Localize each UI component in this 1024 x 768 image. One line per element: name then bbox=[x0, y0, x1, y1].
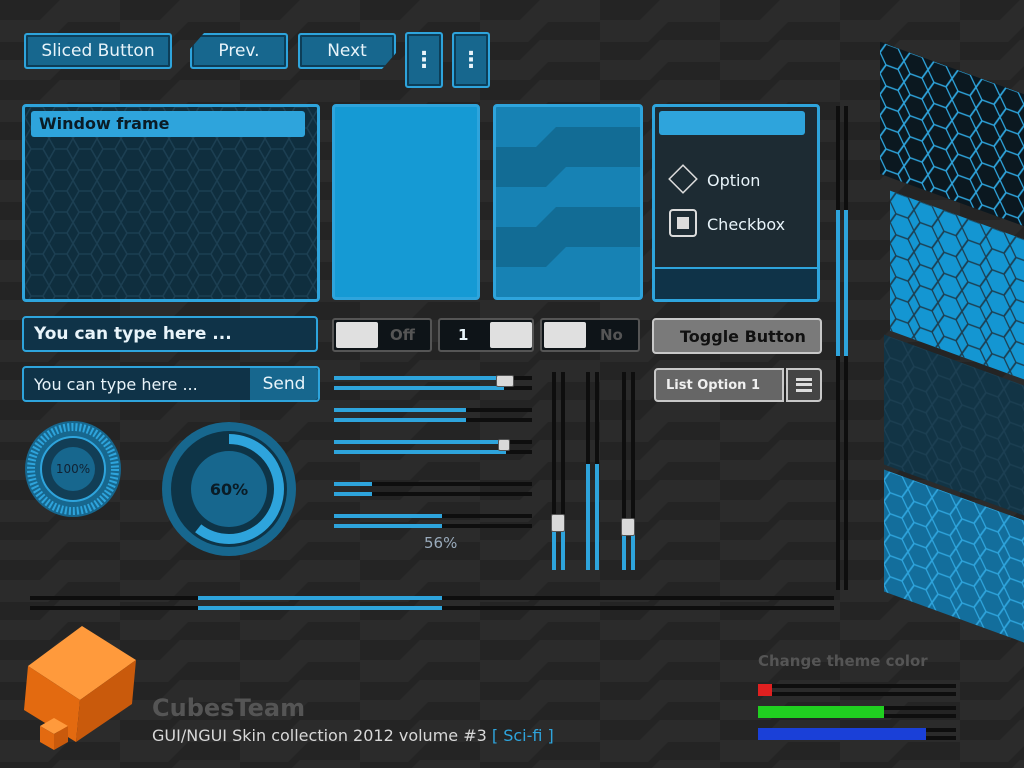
theme-red-fill bbox=[758, 684, 772, 696]
list-menu-icon[interactable] bbox=[786, 368, 822, 402]
checkbox-icon[interactable] bbox=[669, 209, 697, 237]
horizontal-scrollbar-thumb-2 bbox=[198, 606, 442, 610]
toggle-switch-off[interactable]: Off bbox=[332, 318, 432, 352]
toggle-switch-no[interactable]: No bbox=[540, 318, 640, 352]
number-thumb-icon bbox=[490, 322, 532, 348]
checkbox-label: Checkbox bbox=[707, 215, 786, 234]
theme-green-fill bbox=[758, 706, 884, 718]
progress-ring-large-label: 60% bbox=[209, 479, 249, 499]
slider-fill-5b bbox=[334, 524, 442, 528]
collection-caption: GUI/NGUI Skin collection 2012 volume #3 … bbox=[152, 726, 554, 745]
chat-input-text: You can type here ... bbox=[34, 374, 198, 394]
vslider-fill-2b bbox=[595, 464, 599, 570]
theme-color-title: Change theme color bbox=[758, 652, 928, 670]
slider-fill-3b bbox=[334, 450, 506, 454]
vslider-fill-1 bbox=[552, 526, 556, 570]
slider-knob-1[interactable] bbox=[496, 375, 514, 387]
sliced-button[interactable]: Sliced Button bbox=[24, 33, 172, 69]
window-frame: Window frame bbox=[22, 104, 320, 302]
slider-knob-3[interactable] bbox=[498, 439, 510, 451]
patterned-panel bbox=[493, 104, 643, 300]
number-toggle[interactable]: 1 bbox=[438, 318, 534, 352]
next-button[interactable]: Next bbox=[298, 33, 396, 69]
panel-pattern bbox=[496, 127, 640, 267]
vslider-fill-2 bbox=[586, 464, 590, 570]
slider-fill-5 bbox=[334, 514, 442, 518]
bold-text-input[interactable]: You can type here ... bbox=[22, 316, 318, 352]
send-button[interactable]: Send bbox=[250, 368, 318, 400]
vslider-knob-3[interactable] bbox=[621, 518, 635, 536]
theme-red-track[interactable] bbox=[758, 684, 956, 688]
collection-title: GUI/NGUI Skin collection 2012 volume #3 bbox=[152, 726, 487, 745]
vslider-fill-1b bbox=[561, 526, 565, 570]
theme-tag: [ Sci-fi ] bbox=[491, 726, 554, 745]
toggle-no-label: No bbox=[600, 326, 623, 344]
slider-fill-4 bbox=[334, 482, 372, 486]
window-title[interactable]: Window frame bbox=[31, 111, 305, 137]
theme-red-track-b bbox=[758, 692, 956, 696]
list-dropdown[interactable]: List Option 1 bbox=[654, 368, 784, 402]
bright-panel bbox=[332, 104, 480, 300]
vslider-knob-1[interactable] bbox=[551, 514, 565, 532]
prev-button[interactable]: Prev. bbox=[190, 33, 288, 69]
cubesteam-logo bbox=[24, 626, 136, 750]
more-button-1[interactable]: ⋮ bbox=[405, 32, 443, 88]
horizontal-scrollbar-thumb[interactable] bbox=[198, 596, 442, 600]
more-button-2[interactable]: ⋮ bbox=[452, 32, 490, 88]
slider-fill-1b bbox=[334, 386, 504, 390]
radio-option-icon[interactable] bbox=[668, 164, 698, 194]
number-toggle-label: 1 bbox=[458, 326, 469, 344]
toggle-no-thumb-icon bbox=[544, 322, 586, 348]
slider-fill-2b bbox=[334, 418, 466, 422]
theme-blue-fill bbox=[758, 728, 926, 740]
toggle-off-label: Off bbox=[390, 326, 415, 344]
slider-fill-4b bbox=[334, 492, 372, 496]
options-footer bbox=[655, 267, 817, 299]
options-panel: Option Checkbox bbox=[652, 104, 820, 302]
toggle-button[interactable]: Toggle Button bbox=[652, 318, 822, 354]
toggle-thumb-icon bbox=[336, 322, 378, 348]
slider-value-label: 56% bbox=[424, 534, 458, 552]
vertical-thumb-right[interactable] bbox=[836, 210, 840, 356]
team-name: CubesTeam bbox=[152, 694, 306, 722]
options-header bbox=[659, 111, 805, 135]
slider-fill-2 bbox=[334, 408, 466, 412]
progress-ring-small-label: 100% bbox=[55, 462, 91, 476]
slider-fill-3 bbox=[334, 440, 506, 444]
vertical-thumb-right-2 bbox=[844, 210, 848, 356]
option-label: Option bbox=[707, 171, 761, 190]
slider-fill-1 bbox=[334, 376, 504, 380]
